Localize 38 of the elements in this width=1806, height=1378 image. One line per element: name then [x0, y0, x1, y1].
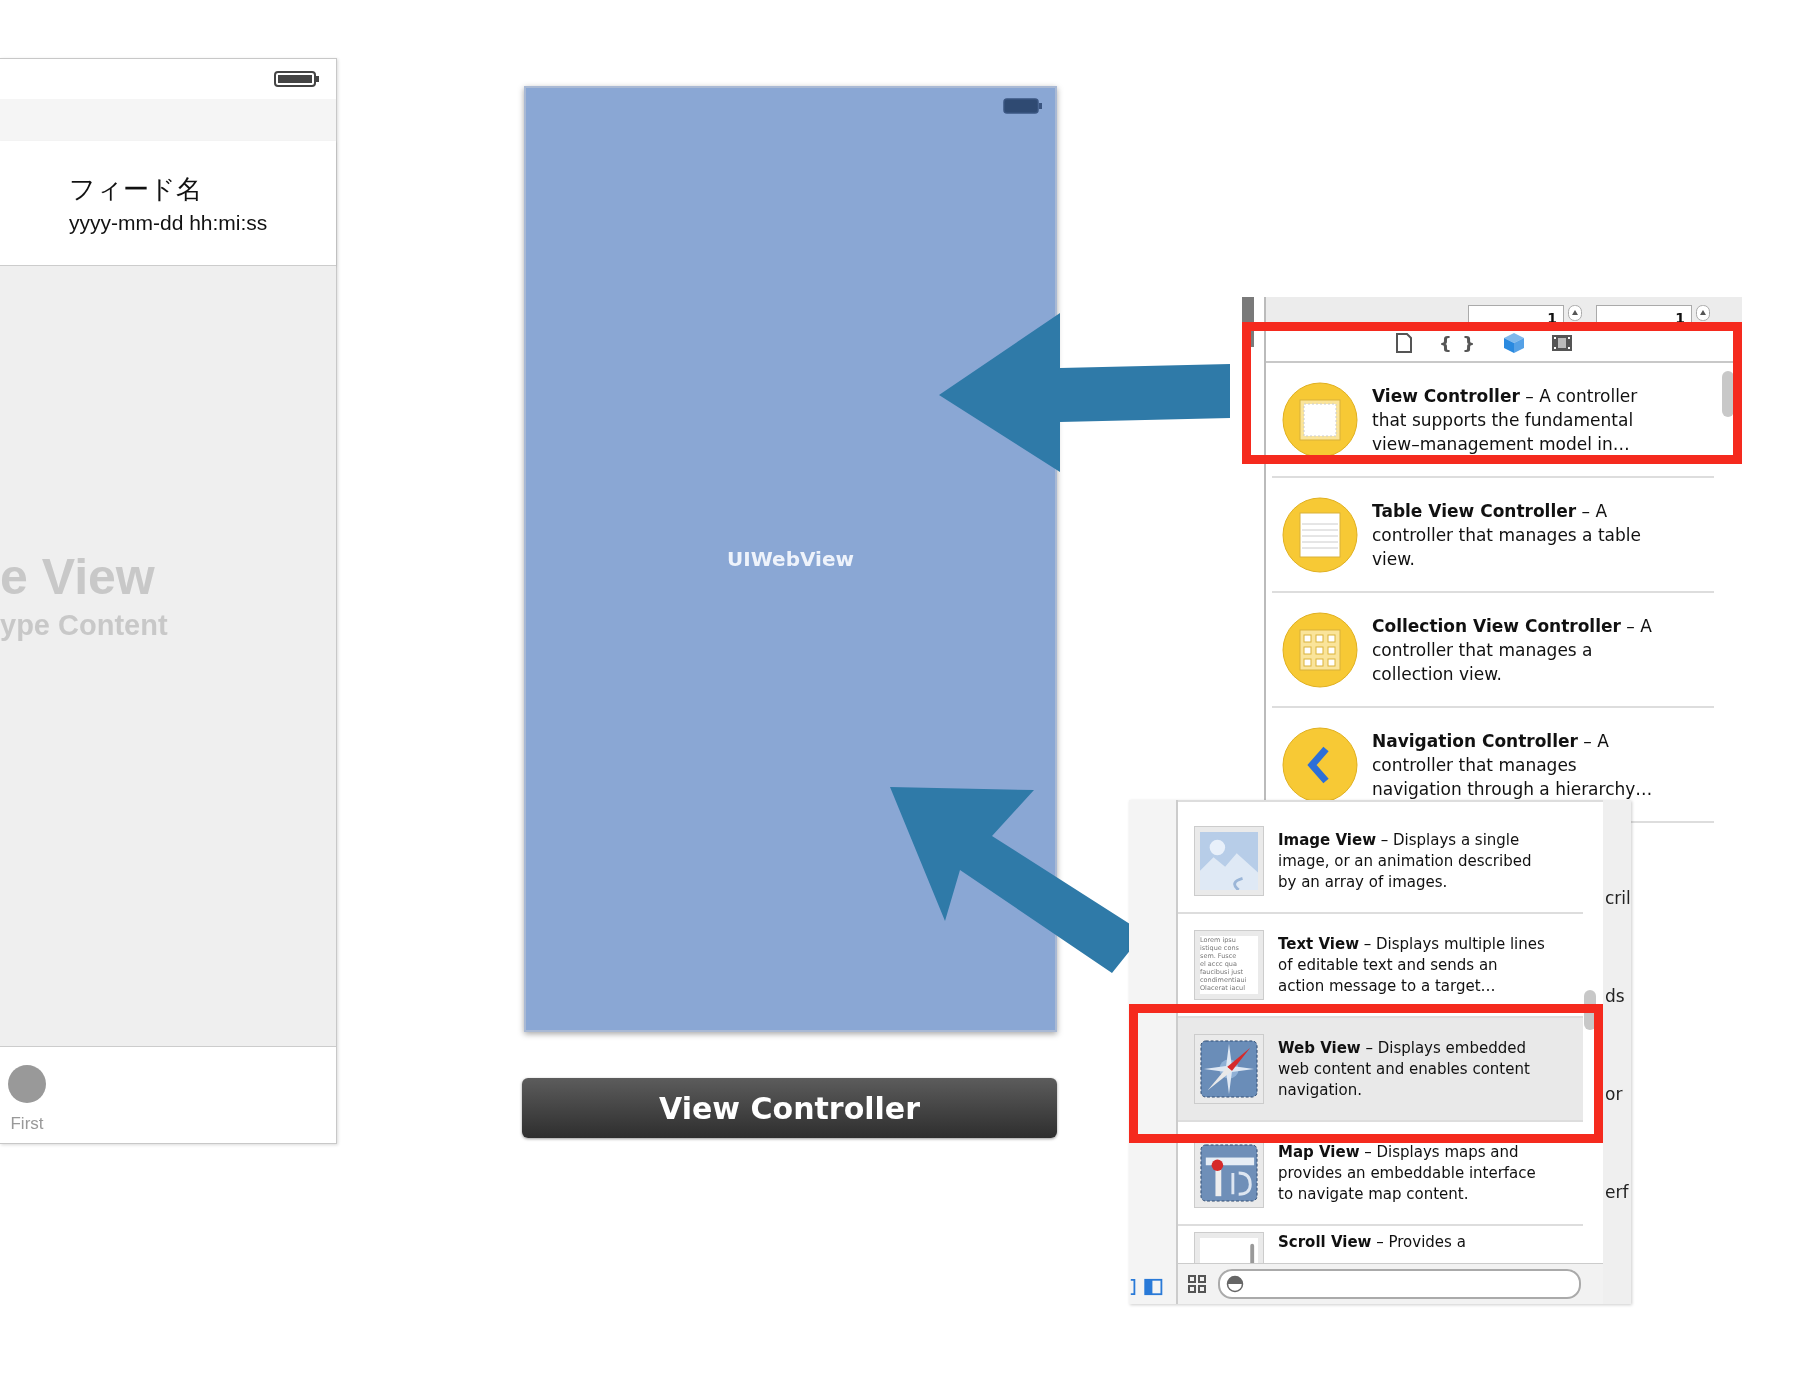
library-item-description: Map View – Displays maps and provides an embeddable interface to navigate map content.	[1278, 1141, 1537, 1205]
navigation-controller-icon	[1282, 726, 1358, 803]
file-tab[interactable]	[1395, 331, 1414, 355]
library-item-description: Collection View Controller – A controller that manages a collection view.	[1372, 614, 1653, 686]
grid-view-icon[interactable]	[1188, 1275, 1206, 1293]
background-text: erf	[1604, 1182, 1630, 1202]
stepper-up-icon[interactable]	[1696, 305, 1710, 321]
library-item-description: Text View – Displays multiple lines of editable text and sends an action message to a target…	[1278, 933, 1546, 997]
battery-icon	[1003, 98, 1043, 114]
library-item-description: Table View Controller – A controller that manages a table view.	[1372, 499, 1642, 571]
background-text: ds	[1604, 986, 1626, 1006]
stepper-up-icon[interactable]	[1568, 305, 1582, 321]
view-controller-controller-icon	[1282, 381, 1358, 458]
background-text: cril	[1604, 888, 1631, 908]
background-text: or	[1604, 1084, 1624, 1104]
filter-icon	[1226, 1275, 1244, 1293]
library-item-description: Navigation Controller – A controller that manages navigation through a hierarchy…	[1372, 729, 1654, 801]
cell-title: フィード名	[69, 172, 202, 206]
filter-field[interactable]	[1218, 1269, 1581, 1299]
view-class-label: UIWebView	[727, 547, 854, 571]
image-view-icon	[1194, 826, 1264, 896]
collection-controller-icon	[1282, 611, 1358, 688]
table-controller-icon	[1282, 496, 1358, 573]
library-item-description: Web View – Displays embedded web content and enables content navigation.	[1278, 1037, 1531, 1101]
library-item-description: Image View – Displays a single image, or an animation described by an array of images.	[1278, 829, 1533, 893]
scene-label: View Controller	[522, 1078, 1057, 1138]
code-tab[interactable]: { }	[1439, 331, 1477, 355]
library-item-description: Scroll View – Provides a	[1278, 1232, 1467, 1253]
battery-icon	[274, 71, 320, 87]
scroll-thumb[interactable]	[1722, 371, 1734, 417]
objects-tab[interactable]	[1502, 331, 1525, 355]
library-item[interactable]: Image View – Displays a single image, or an animation described by an array of images.	[1178, 810, 1583, 914]
panel-toggle-icon[interactable]	[1129, 1278, 1165, 1296]
web-view-icon	[1194, 1034, 1264, 1104]
library-item[interactable]: Map View – Displays maps and provides an embeddable interface to navigate map content.	[1178, 1122, 1583, 1226]
cell-subtitle: yyyy-mm-dd hh:mi:ss	[69, 210, 268, 235]
library-item-description: View Controller – A controller that supports the fundamental view–management model in…	[1372, 384, 1639, 456]
library-item[interactable]: Web View – Displays embedded web content and enables content navigation.	[1178, 1018, 1583, 1122]
